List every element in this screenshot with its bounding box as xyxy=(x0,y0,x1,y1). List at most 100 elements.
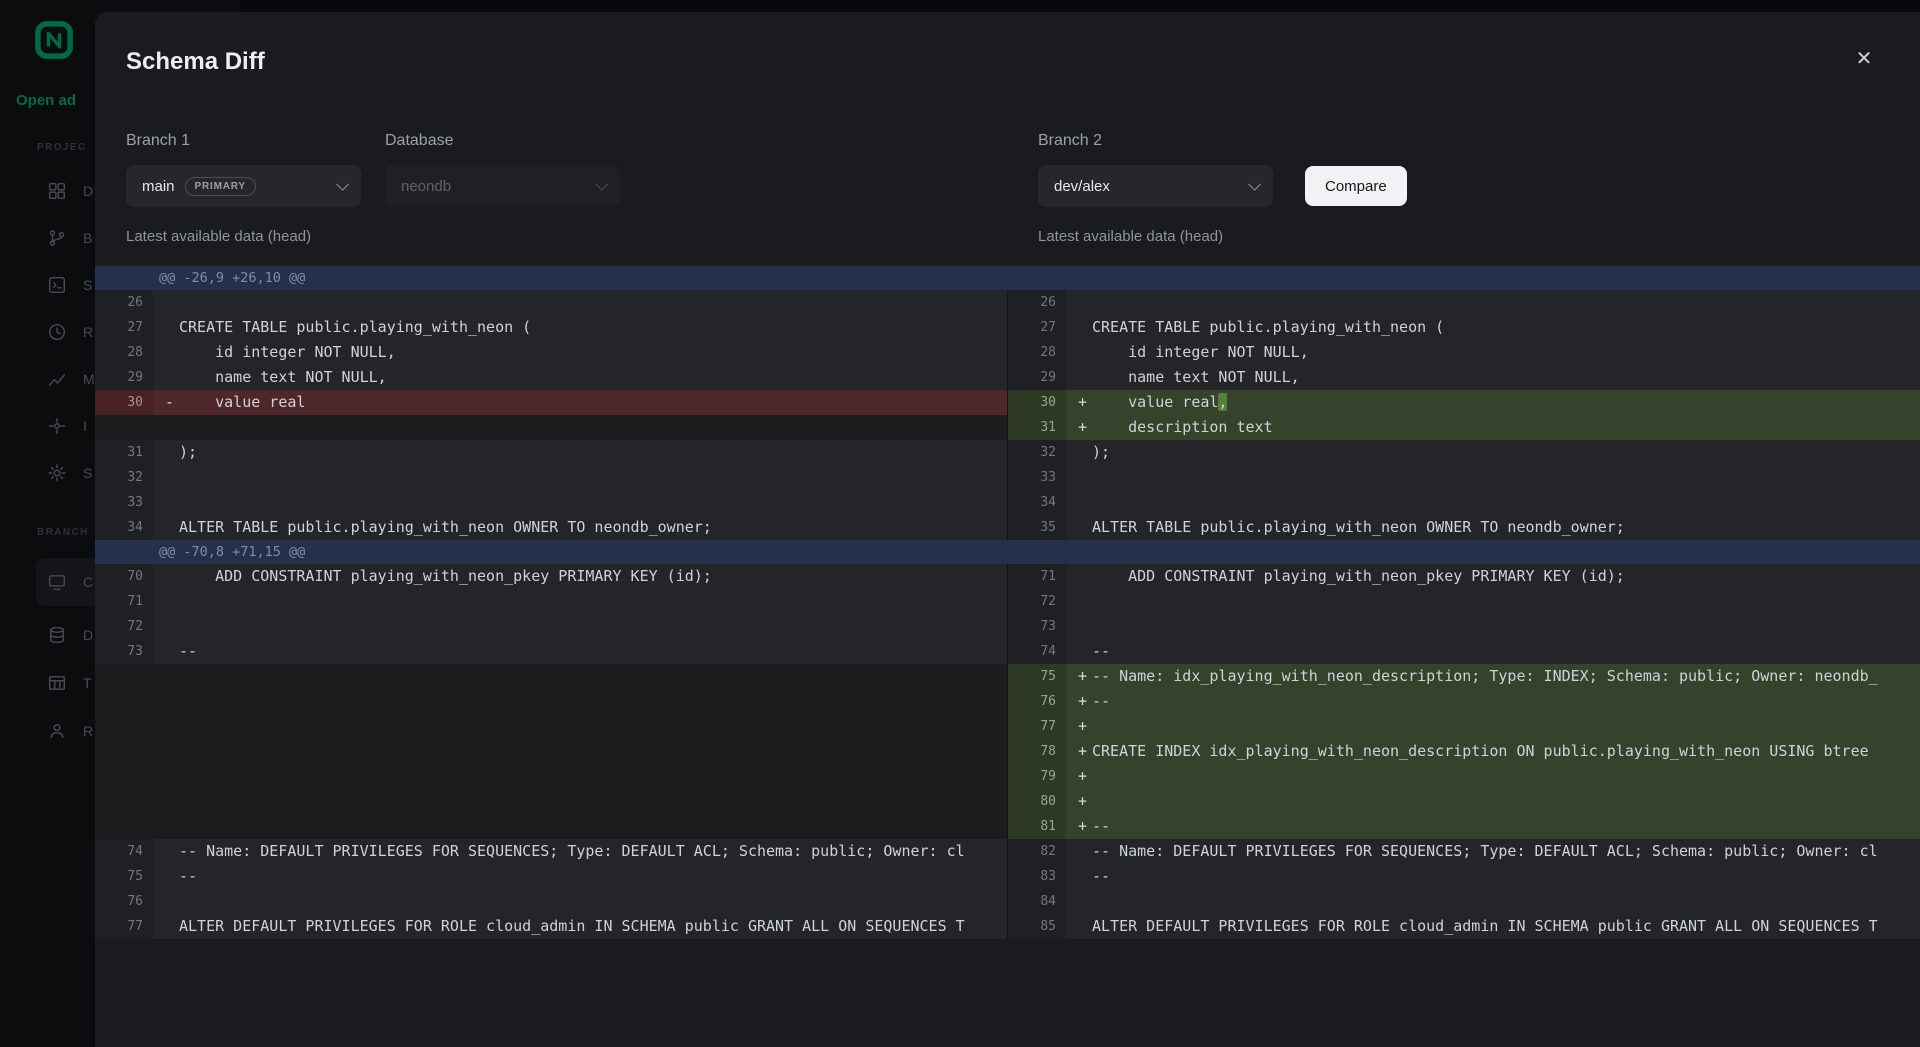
hunk-header: @@ -70,8 +71,15 @@ xyxy=(95,540,1920,564)
diff-marker xyxy=(1066,290,1092,315)
diff-marker: + xyxy=(1066,814,1092,839)
diff-marker: - xyxy=(153,390,179,415)
chevron-down-icon xyxy=(1248,178,1261,191)
diff-row: 34ALTER TABLE public.playing_with_neon O… xyxy=(95,515,1920,540)
diff-marker xyxy=(153,465,179,490)
line-number: 74 xyxy=(1008,639,1066,664)
diff-marker: + xyxy=(1066,739,1092,764)
line-number xyxy=(95,664,153,689)
diff-cell-left: 73-- xyxy=(95,639,1007,664)
line-number xyxy=(95,714,153,739)
code-line xyxy=(1092,764,1920,789)
diff-marker xyxy=(1066,639,1092,664)
diff-row: 73--74 -- xyxy=(95,639,1920,664)
diff-cell-left: 34ALTER TABLE public.playing_with_neon O… xyxy=(95,515,1007,540)
diff-row: 70 ADD CONSTRAINT playing_with_neon_pkey… xyxy=(95,564,1920,589)
diff-cell-right: 26 xyxy=(1007,290,1920,315)
branch2-label: Branch 2 xyxy=(1038,132,1273,150)
diff-marker xyxy=(1066,515,1092,540)
line-number: 76 xyxy=(1008,689,1066,714)
app-window: Open ad PROJEC DBSRMIS BRANCH CDTR Schem… xyxy=(0,0,1920,1047)
diff-row: 75--83-- xyxy=(95,864,1920,889)
database-select[interactable]: neondb xyxy=(385,165,620,207)
diff-cell-left: 33 xyxy=(95,490,1007,515)
diff-cell-left: 74-- Name: DEFAULT PRIVILEGES FOR SEQUEN… xyxy=(95,839,1007,864)
code-line: name text NOT NULL, xyxy=(1092,365,1920,390)
diff-cell-right: 28 id integer NOT NULL, xyxy=(1007,340,1920,365)
diff-cell-left: 26 xyxy=(95,290,1007,315)
diff-marker: + xyxy=(1066,764,1092,789)
code-line: ADD CONSTRAINT playing_with_neon_pkey PR… xyxy=(179,564,1007,589)
diff-marker xyxy=(1066,864,1092,889)
diff-cell-right: 83-- xyxy=(1007,864,1920,889)
code-line xyxy=(1092,490,1920,515)
line-number: 73 xyxy=(95,639,153,664)
line-number: 76 xyxy=(95,889,153,914)
line-number xyxy=(95,415,153,440)
diff-marker xyxy=(153,340,179,365)
diff-marker xyxy=(1066,365,1092,390)
close-icon[interactable]: ✕ xyxy=(1848,42,1880,74)
branch2-group: Branch 2 dev/alex Latest available data … xyxy=(1038,132,1273,150)
code-line xyxy=(179,664,1007,689)
diff-row: 78+CREATE INDEX idx_playing_with_neon_de… xyxy=(95,739,1920,764)
diff-cell-left xyxy=(95,764,1007,789)
code-line xyxy=(1092,465,1920,490)
diff-marker xyxy=(153,664,179,689)
schema-diff-modal: Schema Diff ✕ Branch 1 main PRIMARY Late… xyxy=(95,12,1920,1047)
diff-cell-left xyxy=(95,689,1007,714)
code-line xyxy=(179,465,1007,490)
line-number: 31 xyxy=(1008,415,1066,440)
diff-cell-left: 32 xyxy=(95,465,1007,490)
code-line: value real xyxy=(179,390,1007,415)
diff-marker xyxy=(153,739,179,764)
diff-marker xyxy=(1066,839,1092,864)
diff-cell-left: 71 xyxy=(95,589,1007,614)
diff-cell-left: 72 xyxy=(95,614,1007,639)
code-line: -- xyxy=(1092,639,1920,664)
diff-row: 28 id integer NOT NULL,28 id integer NOT… xyxy=(95,340,1920,365)
branch1-select[interactable]: main PRIMARY xyxy=(126,165,361,207)
diff-cell-right: 77+ xyxy=(1007,714,1920,739)
branch1-label: Branch 1 xyxy=(126,132,361,150)
diff-cell-left xyxy=(95,789,1007,814)
code-line: -- Name: idx_playing_with_neon_descripti… xyxy=(1092,664,1920,689)
branch2-select[interactable]: dev/alex xyxy=(1038,165,1273,207)
diff-marker xyxy=(1066,340,1092,365)
code-line: -- xyxy=(1092,814,1920,839)
diff-marker xyxy=(153,914,179,939)
code-line: CREATE TABLE public.playing_with_neon ( xyxy=(1092,315,1920,340)
line-number: 72 xyxy=(1008,589,1066,614)
diff-cell-right: 74 -- xyxy=(1007,639,1920,664)
diff-row: 2626 xyxy=(95,290,1920,315)
line-number: 34 xyxy=(95,515,153,540)
diff-marker: + xyxy=(1066,714,1092,739)
code-line xyxy=(179,764,1007,789)
primary-badge: PRIMARY xyxy=(185,177,256,196)
line-number: 31 xyxy=(95,440,153,465)
diff-marker xyxy=(153,714,179,739)
line-number: 83 xyxy=(1008,864,1066,889)
code-line xyxy=(179,415,1007,440)
diff-cell-right: 79+ xyxy=(1007,764,1920,789)
line-number: 74 xyxy=(95,839,153,864)
diff-cell-left xyxy=(95,814,1007,839)
code-line xyxy=(179,739,1007,764)
branch1-value: main xyxy=(142,178,175,195)
diff-marker xyxy=(1066,889,1092,914)
diff-cell-right: 78+CREATE INDEX idx_playing_with_neon_de… xyxy=(1007,739,1920,764)
code-line: ); xyxy=(179,440,1007,465)
line-number xyxy=(95,764,153,789)
line-number: 34 xyxy=(1008,490,1066,515)
hunk-header: @@ -26,9 +26,10 @@ xyxy=(95,266,1920,290)
diff-row: 79+ xyxy=(95,764,1920,789)
compare-button[interactable]: Compare xyxy=(1305,166,1407,206)
line-number: 26 xyxy=(1008,290,1066,315)
diff-marker xyxy=(153,315,179,340)
diff-marker xyxy=(1066,564,1092,589)
database-value: neondb xyxy=(401,178,451,195)
code-line: -- xyxy=(1092,689,1920,714)
line-number: 82 xyxy=(1008,839,1066,864)
branch1-group: Branch 1 main PRIMARY Latest available d… xyxy=(126,132,361,150)
diff-marker: + xyxy=(1066,789,1092,814)
